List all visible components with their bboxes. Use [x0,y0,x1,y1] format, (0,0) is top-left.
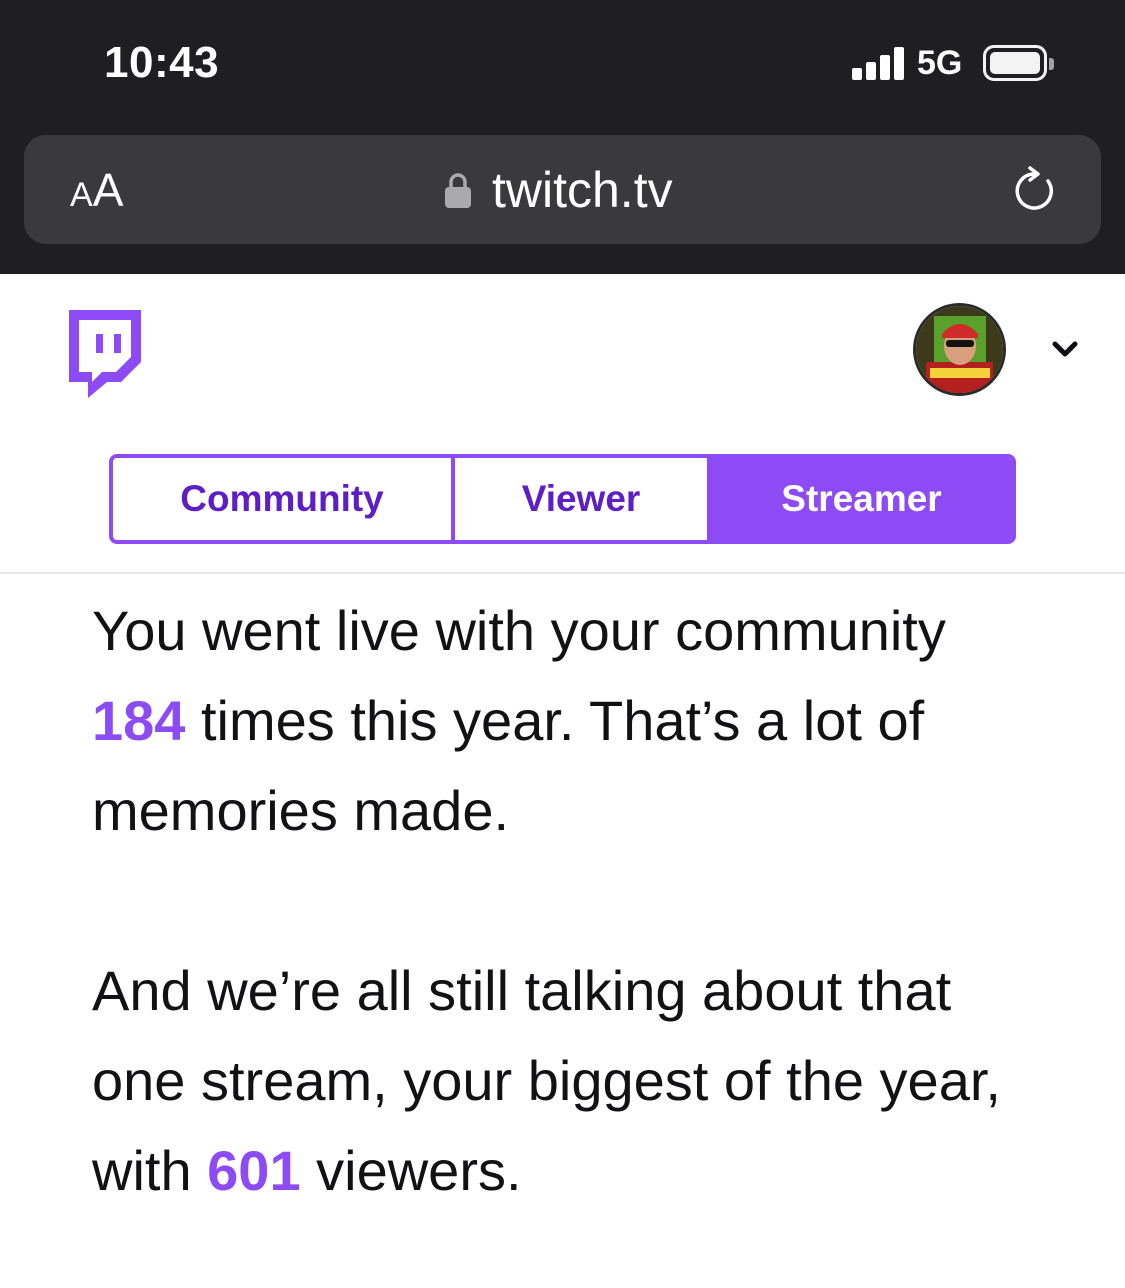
peak-viewers-value: 601 [207,1139,301,1202]
tab-viewer[interactable]: Viewer [455,458,711,540]
text-size-button[interactable]: AA [70,163,123,217]
network-type: 5G [917,44,963,82]
tab-streamer[interactable]: Streamer [711,458,1012,540]
twitch-logo-icon[interactable] [66,310,144,398]
signal-bars-icon [852,46,904,80]
text-size-small-glyph: A [70,176,93,214]
text: You went live with your community [92,599,946,662]
battery-icon [983,45,1054,81]
tab-community[interactable]: Community [113,458,455,540]
address-bar[interactable]: AA twitch.tv [24,135,1101,244]
chevron-down-icon[interactable] [1050,336,1080,362]
status-time: 10:43 [104,38,220,87]
user-avatar[interactable] [913,303,1006,396]
text-size-large-glyph: A [92,164,124,216]
url-text[interactable]: twitch.tv [492,161,673,219]
recap-tabs: Community Viewer Streamer [109,454,1016,544]
site-header: Community Viewer Streamer [0,274,1125,574]
lock-icon [445,173,471,208]
biggest-stream-paragraph: And we’re all still talking about that o… [92,946,1052,1216]
reload-icon[interactable] [1008,165,1060,217]
recap-content: You went live with your community 184 ti… [92,586,1052,1216]
text: viewers. [300,1139,522,1202]
live-count-paragraph: You went live with your community 184 ti… [92,586,1052,856]
stream-count-value: 184 [92,689,186,752]
browser-chrome: 10:43 5G AA twitch.tv [0,0,1125,274]
text: times this year. That’s a lot of memorie… [92,689,925,842]
